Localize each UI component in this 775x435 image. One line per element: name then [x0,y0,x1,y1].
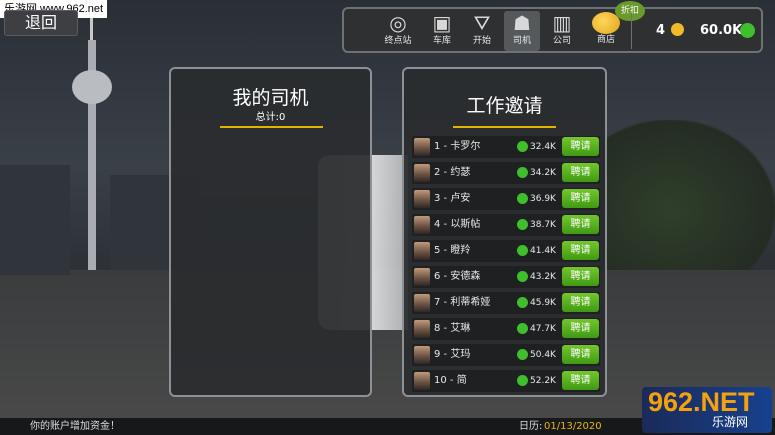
driver-offer-row: 9 - 艾玛 50.4K 聘请 [412,344,600,366]
coins-count: 4 [656,23,666,38]
building-icon: ▥ [552,11,572,35]
nav-garage-label: 车库 [432,36,451,46]
nav-drivers[interactable]: ☗ 司机 [504,11,540,51]
driver-name: 3 - 卢安 [434,193,471,204]
top-nav-bar: ◎ 终点站 ▣ 车库 ⛛ 开始 ☗ 司机 ▥ 公司 商店 折扣 4 60.0K [342,1,763,53]
driver-salary: 41.4K [530,246,556,256]
driver-name: 2 - 约瑟 [434,167,471,178]
driver-avatar [414,268,430,286]
driver-avatar [414,164,430,182]
nav-drivers-label: 司机 [512,36,531,46]
driver-avatar [414,320,430,338]
money-icon [517,219,528,230]
nav-garage[interactable]: ▣ 车库 [424,11,460,51]
driver-salary: 43.2K [530,272,556,282]
job-offers-title: 工作邀请 [466,95,543,117]
driver-salary: 38.7K [530,220,556,230]
map-pin-icon: ⛛ [473,11,491,35]
hire-button[interactable]: 聘请 [562,215,599,234]
drivers-total: 总计:0 [255,112,286,123]
driver-salary: 45.9K [530,298,556,308]
date-value: 01/13/2020 [544,421,602,432]
building-background [0,165,70,275]
nav-terminal[interactable]: ◎ 终点站 [376,11,420,51]
driver-offer-row: 5 - 瞪羚 41.4K 聘请 [412,240,600,262]
sale-badge: 折扣 [615,1,645,21]
job-offers-panel: 工作邀请 1 - 卡罗尔 32.4K 聘请 2 - 约瑟 34.2K 聘请 3 … [402,67,607,397]
driver-name: 9 - 艾玛 [434,349,471,360]
driver-avatar [414,138,430,156]
hire-button[interactable]: 聘请 [562,345,599,364]
driver-offer-row: 7 - 利蒂希娅 45.9K 聘请 [412,292,600,314]
money-icon [517,167,528,178]
hire-button[interactable]: 聘请 [562,189,599,208]
terminal-icon: ◎ [389,11,407,35]
coin-icon [671,23,684,36]
title-underline [220,126,323,128]
cash-icon [740,23,755,38]
money-icon [517,193,528,204]
hire-button[interactable]: 聘请 [562,163,599,182]
hire-button[interactable]: 聘请 [562,267,599,286]
driver-name: 7 - 利蒂希娅 [434,297,491,308]
my-drivers-panel: 我的司机 总计:0 [169,67,372,397]
driver-offer-row: 2 - 约瑟 34.2K 聘请 [412,162,600,184]
nav-start-label: 开始 [472,36,491,46]
bus-icon: ▣ [432,11,452,35]
nav-company-label: 公司 [552,36,571,46]
driver-offer-row: 3 - 卢安 36.9K 聘请 [412,188,600,210]
hire-button[interactable]: 聘请 [562,371,599,390]
driver-name: 5 - 瞪羚 [434,245,471,256]
nav-start[interactable]: ⛛ 开始 [464,11,500,51]
money-icon [517,375,528,386]
back-button[interactable]: 退回 [4,10,78,36]
watermark-logo: 962.NET 乐游网 [642,387,772,433]
driver-salary: 47.7K [530,324,556,334]
driver-salary: 32.4K [530,142,556,152]
driver-avatar [414,294,430,312]
driver-name: 4 - 以斯帖 [434,219,481,230]
divider [631,13,632,49]
driver-salary: 34.2K [530,168,556,178]
ticker-message: 你的账户增加资金！ [30,421,120,432]
driver-avatar [414,190,430,208]
driver-icon: ☗ [513,11,531,35]
hire-button[interactable]: 聘请 [562,241,599,260]
money-icon [517,271,528,282]
title-underline [453,126,556,128]
trees-background [600,120,775,270]
driver-avatar [414,216,430,234]
driver-avatar [414,346,430,364]
money-icon [517,297,528,308]
driver-name: 8 - 艾琳 [434,323,471,334]
driver-offer-row: 8 - 艾琳 47.7K 聘请 [412,318,600,340]
driver-avatar [414,242,430,260]
driver-offer-row: 6 - 安德森 43.2K 聘请 [412,266,600,288]
driver-salary: 36.9K [530,194,556,204]
tv-tower-sphere [72,70,112,104]
driver-offer-row: 10 - 简 52.2K 聘请 [412,370,600,392]
nav-shop-label: 商店 [596,35,615,45]
driver-salary: 52.2K [530,376,556,386]
hire-button[interactable]: 聘请 [562,293,599,312]
money-icon [517,245,528,256]
driver-avatar [414,372,430,390]
nav-company[interactable]: ▥ 公司 [544,11,580,51]
money-icon [517,323,528,334]
driver-name: 10 - 简 [434,375,467,386]
driver-offer-row: 4 - 以斯帖 38.7K 聘请 [412,214,600,236]
cash-amount: 60.0K [700,23,743,38]
hire-button[interactable]: 聘请 [562,137,599,156]
driver-salary: 50.4K [530,350,556,360]
driver-name: 6 - 安德森 [434,271,481,282]
nav-terminal-label: 终点站 [384,36,412,46]
watermark-logo-subtext: 乐游网 [712,415,749,429]
my-drivers-title: 我的司机 [232,87,309,109]
date-label: 日历: [519,421,543,432]
money-icon [517,141,528,152]
driver-name: 1 - 卡罗尔 [434,141,481,152]
money-icon [517,349,528,360]
hire-button[interactable]: 聘请 [562,319,599,338]
driver-offer-row: 1 - 卡罗尔 32.4K 聘请 [412,136,600,158]
